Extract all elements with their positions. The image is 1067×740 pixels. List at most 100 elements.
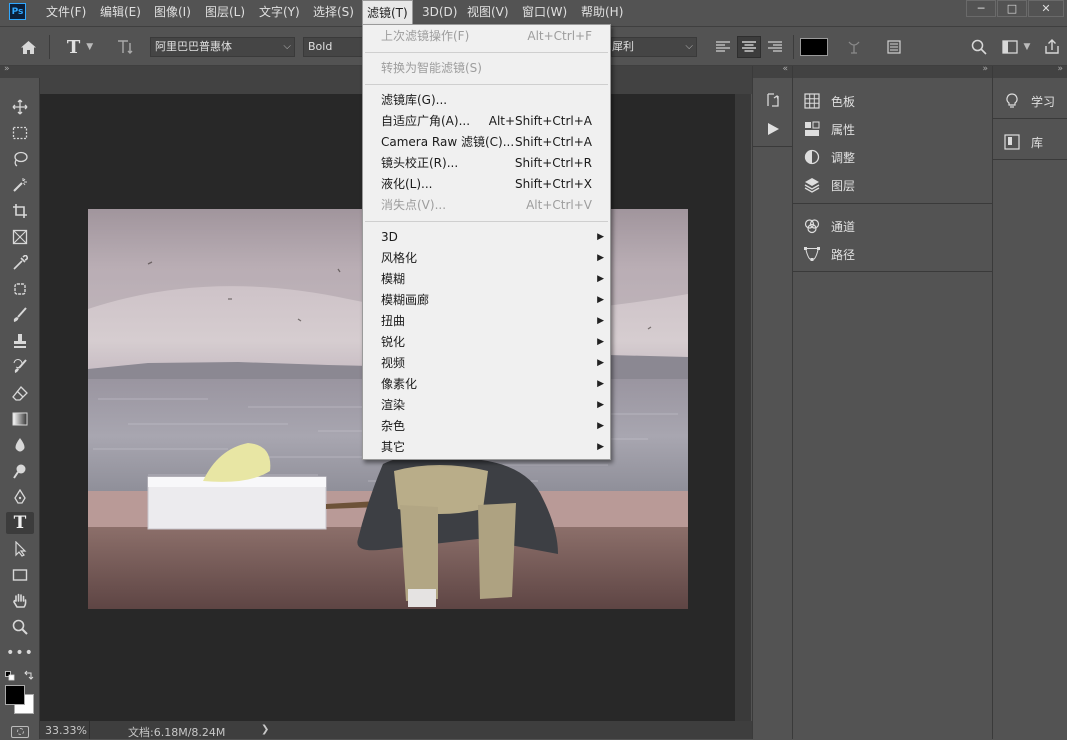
- quick-mask-icon[interactable]: [11, 726, 29, 738]
- status-menu-arrow[interactable]: ❯: [261, 724, 269, 735]
- type-tool-icon[interactable]: T: [6, 512, 34, 534]
- vertical-scrollbar[interactable]: [735, 94, 751, 721]
- search-icon[interactable]: [968, 36, 990, 58]
- menu-window[interactable]: 窗口(W): [522, 0, 567, 24]
- tools-panel-header[interactable]: »: [0, 64, 40, 78]
- panel-learn[interactable]: 学习: [1003, 91, 1055, 111]
- toggle-text-orientation-icon[interactable]: [113, 36, 137, 58]
- align-right-icon[interactable]: [764, 36, 786, 58]
- submenu-arrow-icon: ▶: [597, 253, 604, 263]
- foreground-color-swatch[interactable]: [5, 685, 25, 705]
- menu-item-distort[interactable]: 扭曲 ▶: [363, 311, 610, 332]
- menu-item-render[interactable]: 渲染 ▶: [363, 395, 610, 416]
- frame-tool-icon[interactable]: [6, 226, 34, 248]
- marquee-tool-icon[interactable]: [6, 122, 34, 144]
- clone-stamp-tool-icon[interactable]: [6, 330, 34, 352]
- crop-tool-icon[interactable]: [6, 200, 34, 222]
- antialias-select[interactable]: 犀利 ⌵: [611, 37, 697, 57]
- menu-item-label: 渲染: [381, 398, 406, 412]
- panel-paths[interactable]: 路径: [803, 244, 855, 264]
- character-paragraph-panel-icon[interactable]: [883, 36, 905, 58]
- type-tool-icon: T: [66, 36, 81, 58]
- minimize-button[interactable]: ─: [966, 0, 996, 17]
- panel-header[interactable]: «: [753, 64, 792, 78]
- close-button[interactable]: ✕: [1028, 0, 1064, 17]
- menu-item-adaptive-wide-angle[interactable]: 自适应广角(A)... Alt+Shift+Ctrl+A: [363, 111, 610, 132]
- menu-view[interactable]: 视图(V): [467, 0, 509, 24]
- menu-item-liquify[interactable]: 液化(L)... Shift+Ctrl+X: [363, 174, 610, 195]
- type-tool-preset-picker[interactable]: T ▼: [60, 36, 100, 58]
- zoom-tool-icon[interactable]: [6, 616, 34, 638]
- eraser-tool-icon[interactable]: [6, 382, 34, 404]
- path-selection-tool-icon[interactable]: [6, 538, 34, 560]
- home-icon[interactable]: [16, 36, 40, 58]
- panel-properties[interactable]: 属性: [803, 119, 855, 139]
- submenu-arrow-icon: ▶: [597, 358, 604, 368]
- panel-layers[interactable]: 图层: [803, 175, 855, 195]
- rectangle-tool-icon[interactable]: [6, 564, 34, 586]
- swap-colors-icon[interactable]: [23, 670, 34, 680]
- align-left-icon[interactable]: [712, 36, 734, 58]
- collapse-icon: »: [4, 64, 10, 74]
- maximize-button[interactable]: □: [997, 0, 1027, 17]
- eyedropper-tool-icon[interactable]: [6, 252, 34, 274]
- menu-edit[interactable]: 编辑(E): [100, 0, 141, 24]
- actions-play-icon[interactable]: [763, 119, 783, 139]
- magic-wand-tool-icon[interactable]: [6, 174, 34, 196]
- menu-item-camera-raw[interactable]: Camera Raw 滤镜(C)... Shift+Ctrl+A: [363, 132, 610, 153]
- menu-type[interactable]: 文字(Y): [259, 0, 300, 24]
- panel-label: 库: [1031, 135, 1044, 150]
- menu-item-noise[interactable]: 杂色 ▶: [363, 416, 610, 437]
- panel-header[interactable]: »: [793, 64, 992, 78]
- font-style-select[interactable]: Bold: [303, 37, 363, 57]
- menu-filter[interactable]: 滤镜(T): [362, 0, 413, 24]
- hand-tool-icon[interactable]: [6, 590, 34, 612]
- menu-file[interactable]: 文件(F): [46, 0, 86, 24]
- dodge-tool-icon[interactable]: [6, 460, 34, 482]
- menu-item-blur-gallery[interactable]: 模糊画廊 ▶: [363, 290, 610, 311]
- more-tools-icon[interactable]: •••: [6, 642, 34, 664]
- menu-item-lens-correction[interactable]: 镜头校正(R)... Shift+Ctrl+R: [363, 153, 610, 174]
- move-tool-icon[interactable]: [6, 96, 34, 118]
- gradient-tool-icon[interactable]: [6, 408, 34, 430]
- menu-help[interactable]: 帮助(H): [581, 0, 623, 24]
- brush-tool-icon[interactable]: [6, 304, 34, 326]
- blur-tool-icon[interactable]: [6, 434, 34, 456]
- zoom-level[interactable]: 33.33%: [45, 724, 87, 737]
- panel-header[interactable]: »: [993, 64, 1067, 78]
- menu-item-convert-smart-filter[interactable]: 转换为智能滤镜(S): [363, 58, 610, 79]
- panel-libraries[interactable]: 库: [1003, 132, 1043, 152]
- history-brush-tool-icon[interactable]: [6, 356, 34, 378]
- default-colors-icon[interactable]: [5, 670, 15, 681]
- history-icon[interactable]: [763, 90, 783, 110]
- lasso-tool-icon[interactable]: [6, 148, 34, 170]
- pen-tool-icon[interactable]: [6, 486, 34, 508]
- menu-item-3d[interactable]: 3D ▶: [363, 227, 610, 248]
- menu-item-blur[interactable]: 模糊 ▶: [363, 269, 610, 290]
- panel-label: 色板: [831, 94, 856, 109]
- warp-text-icon[interactable]: [843, 36, 865, 58]
- menu-item-filter-gallery[interactable]: 滤镜库(G)...: [363, 90, 610, 111]
- menu-item-other[interactable]: 其它 ▶: [363, 437, 610, 458]
- font-family-select[interactable]: 阿里巴巴普惠体 ⌵: [150, 37, 295, 57]
- menu-item-vanishing-point[interactable]: 消失点(V)... Alt+Ctrl+V: [363, 195, 610, 216]
- panel-channels[interactable]: 通道: [803, 216, 855, 236]
- text-color-swatch[interactable]: [800, 38, 828, 56]
- menu-item-stylize[interactable]: 风格化 ▶: [363, 248, 610, 269]
- menu-item-last-filter[interactable]: 上次滤镜操作(F) Alt+Ctrl+F: [363, 26, 610, 47]
- menu-3d[interactable]: 3D(D): [422, 0, 457, 24]
- menu-layer[interactable]: 图层(L): [205, 0, 245, 24]
- menu-image[interactable]: 图像(I): [154, 0, 191, 24]
- align-center-icon[interactable]: [737, 36, 761, 58]
- divider: [753, 146, 792, 147]
- share-icon[interactable]: [1041, 36, 1063, 58]
- menu-item-sharpen[interactable]: 锐化 ▶: [363, 332, 610, 353]
- menu-item-shortcut: Alt+Shift+Ctrl+A: [488, 114, 592, 128]
- menu-item-video[interactable]: 视频 ▶: [363, 353, 610, 374]
- panel-adjustments[interactable]: 调整: [803, 147, 855, 167]
- healing-brush-tool-icon[interactable]: [6, 278, 34, 300]
- workspace-switcher[interactable]: ▼: [996, 36, 1036, 58]
- panel-swatches[interactable]: 色板: [803, 91, 855, 111]
- menu-select[interactable]: 选择(S): [313, 0, 354, 24]
- menu-item-pixelate[interactable]: 像素化 ▶: [363, 374, 610, 395]
